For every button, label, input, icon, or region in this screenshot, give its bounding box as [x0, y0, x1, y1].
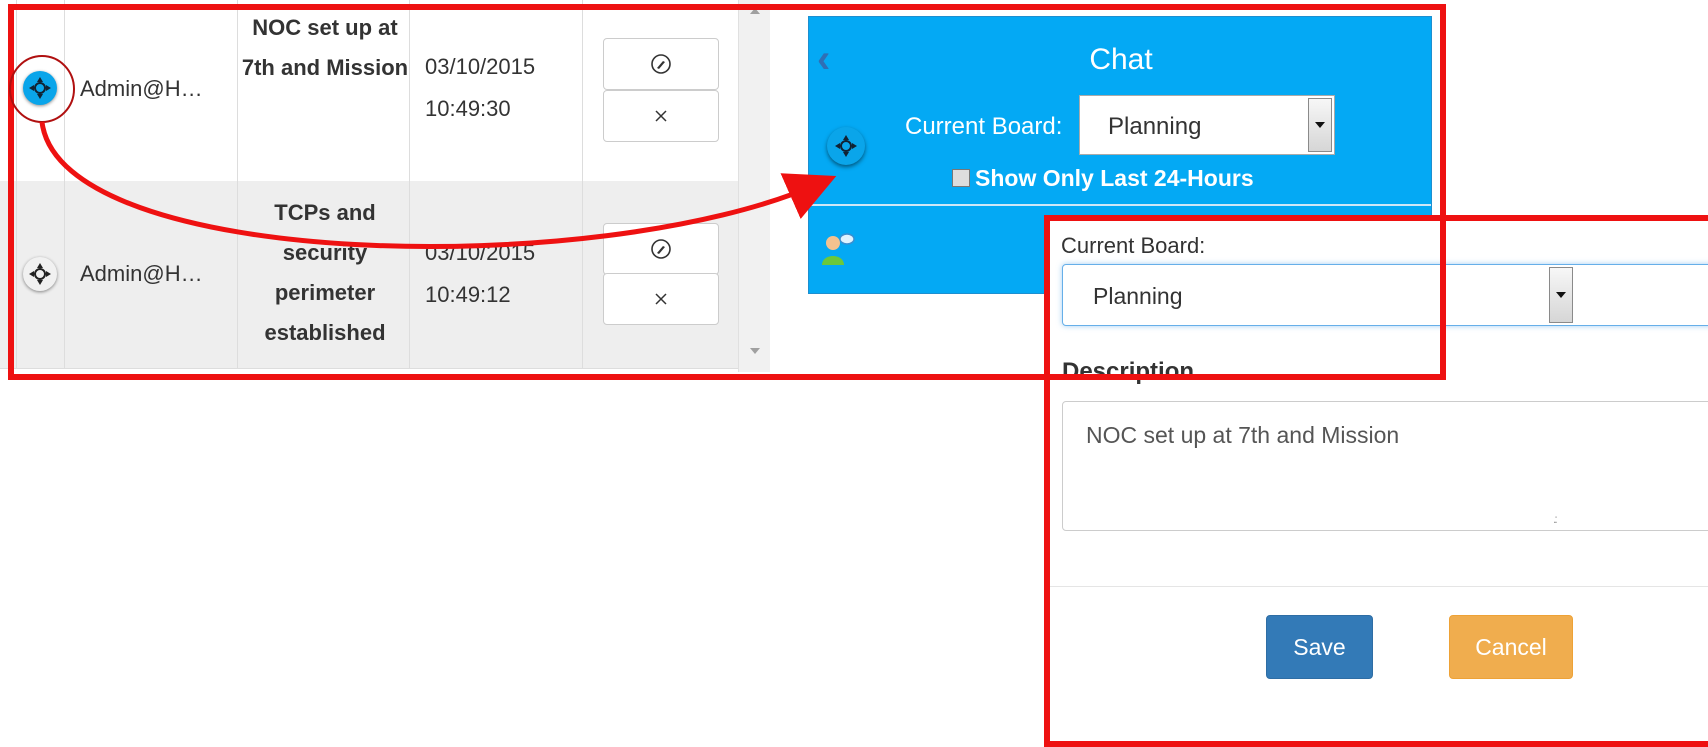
- user-cell: Admin@H…: [80, 76, 203, 101]
- timestamp-cell: 03/10/2015 10:49:30: [425, 46, 575, 130]
- crosshair-locate-icon: [29, 77, 51, 99]
- crosshair-locate-icon: [29, 263, 51, 285]
- scroll-down-arrow-icon[interactable]: [750, 348, 760, 354]
- board-select-value: Planning: [1093, 283, 1183, 309]
- column-divider: [64, 181, 65, 368]
- edit-message-dialog: Current Board: Planning Description NOC …: [1049, 221, 1708, 741]
- last-24-hours-checkbox[interactable]: [952, 169, 970, 187]
- crosshair-locate-icon: [835, 135, 857, 157]
- last-24-hours-label: Show Only Last 24-Hours: [975, 165, 1254, 191]
- chat-user-icon: [822, 233, 855, 265]
- edit-button[interactable]: [603, 38, 719, 90]
- delete-button[interactable]: [603, 273, 719, 325]
- dropdown-arrow-icon[interactable]: [1308, 98, 1332, 152]
- cancel-button[interactable]: Cancel: [1449, 615, 1573, 679]
- close-icon: [655, 110, 667, 122]
- column-divider: [582, 181, 583, 368]
- user-cell: Admin@H…: [80, 261, 203, 286]
- description-cell: NOC set up at 7th and Mission: [241, 15, 409, 80]
- compass-edit-icon: [651, 239, 671, 259]
- table-row: Admin@H… TCPs and security perimeter est…: [0, 181, 738, 369]
- description-label: Description: [1062, 358, 1195, 385]
- close-icon: [655, 293, 667, 305]
- column-divider: [16, 181, 17, 368]
- locate-button[interactable]: [23, 257, 57, 291]
- dropdown-arrow-icon[interactable]: [1549, 267, 1573, 323]
- dialog-footer-divider: [1049, 586, 1708, 587]
- scroll-up-arrow-icon[interactable]: [750, 8, 760, 14]
- column-divider: [237, 181, 238, 368]
- save-button[interactable]: Save: [1266, 615, 1373, 679]
- date-text: 03/10/2015: [425, 240, 536, 265]
- board-select-value: Planning: [1108, 113, 1202, 140]
- compass-edit-icon: [651, 54, 671, 74]
- column-divider: [16, 0, 17, 181]
- chat-divider: [809, 204, 1431, 206]
- description-textarea[interactable]: NOC set up at 7th and Mission .:: [1062, 401, 1708, 531]
- time-text: 10:49:30: [425, 96, 511, 121]
- time-text: 10:49:12: [425, 282, 511, 307]
- table-scrollbar[interactable]: [738, 0, 770, 372]
- locate-button[interactable]: [827, 127, 865, 165]
- column-divider: [64, 0, 65, 181]
- column-divider: [237, 0, 238, 181]
- current-board-label: Current Board:: [1061, 233, 1206, 258]
- table-row: Admin@H… NOC set up at 7th and Mission 0…: [0, 0, 738, 181]
- current-board-label: Current Board:: [905, 113, 1063, 140]
- board-select[interactable]: Planning: [1062, 264, 1708, 326]
- board-select[interactable]: Planning: [1079, 95, 1335, 155]
- chat-title: Chat: [1089, 43, 1153, 76]
- edit-button[interactable]: [603, 223, 719, 275]
- locate-button[interactable]: [23, 71, 57, 105]
- date-text: 03/10/2015: [425, 54, 536, 79]
- delete-button[interactable]: [603, 90, 719, 142]
- timestamp-cell: 03/10/2015 10:49:12: [425, 232, 575, 316]
- resize-handle-icon[interactable]: .:: [1553, 512, 1557, 526]
- column-divider: [582, 0, 583, 181]
- description-value: NOC set up at 7th and Mission: [1086, 422, 1400, 448]
- description-cell: TCPs and security perimeter established: [264, 200, 386, 345]
- message-table: Admin@H… NOC set up at 7th and Mission 0…: [0, 0, 770, 372]
